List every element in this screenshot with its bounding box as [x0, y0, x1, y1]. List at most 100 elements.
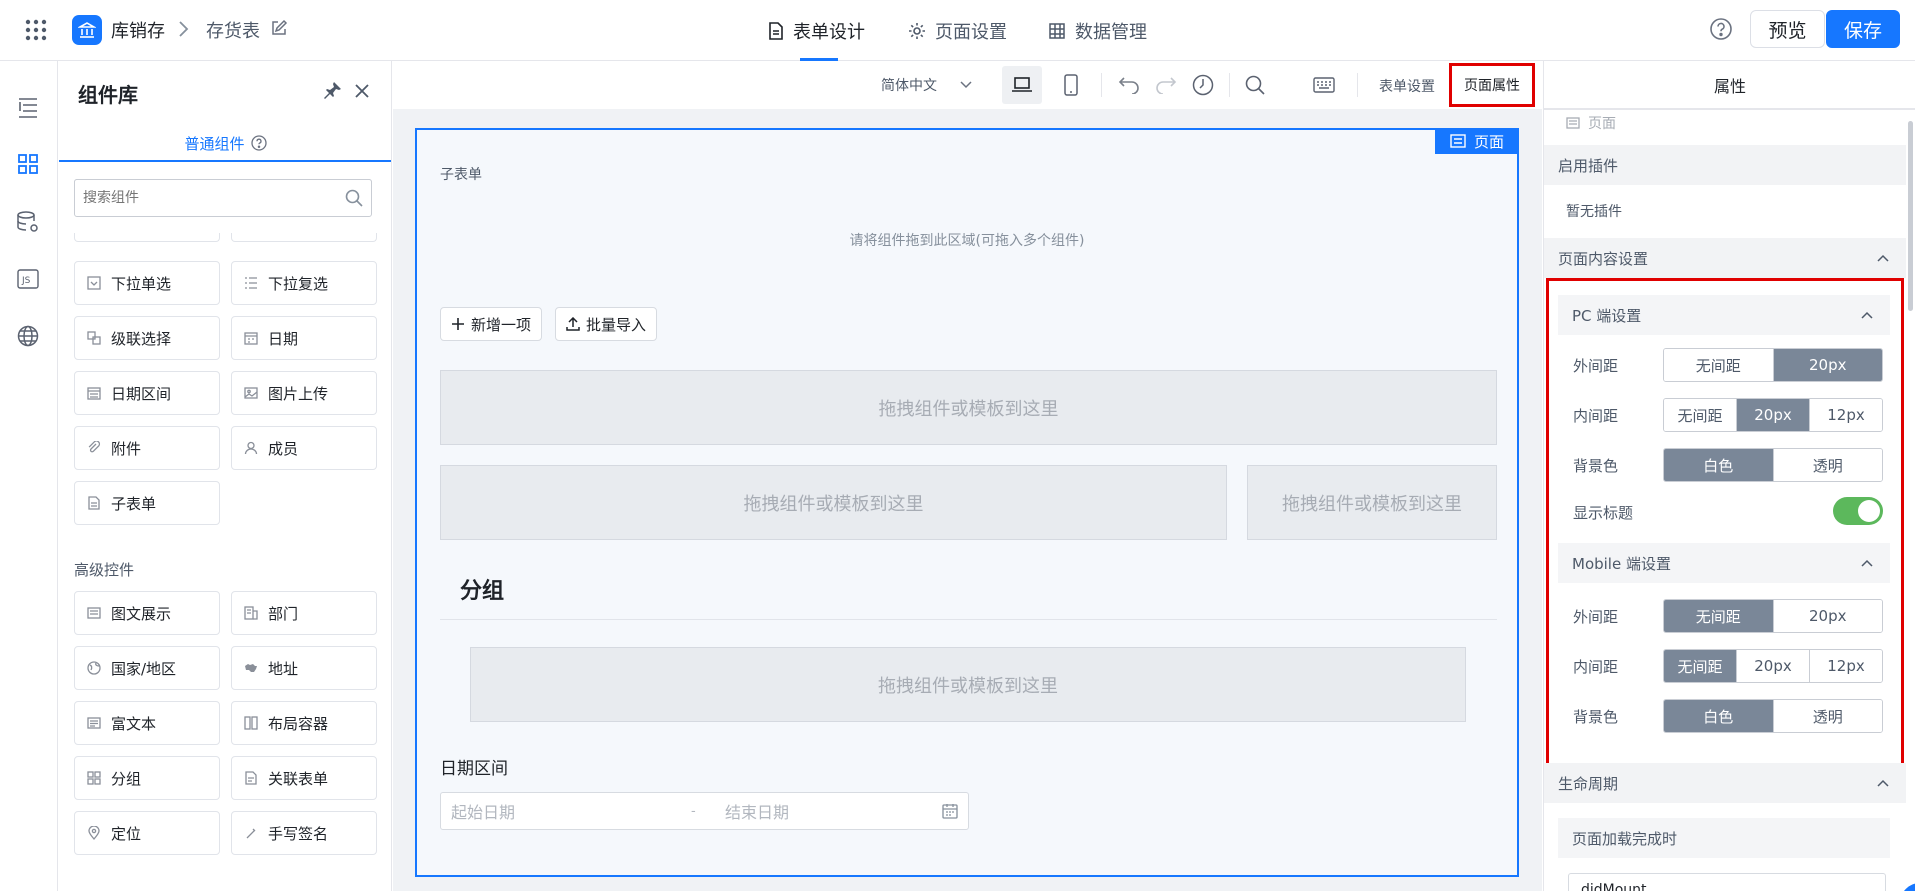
lib-item-image-text[interactable]: 图文展示 — [74, 591, 220, 635]
option-transparent[interactable]: 透明 — [1773, 700, 1882, 732]
redo-icon[interactable] — [1155, 76, 1177, 94]
section-title: 页面加载完成时 — [1572, 829, 1678, 848]
pin-icon[interactable] — [322, 81, 342, 101]
drop-zone[interactable]: 拖拽组件或模板到这里 — [440, 465, 1227, 540]
option-20px[interactable]: 20px — [1773, 600, 1882, 632]
lib-item-signature[interactable]: 手写签名 — [231, 811, 377, 855]
option-none[interactable]: 无间距 — [1664, 600, 1774, 632]
lifecycle-section-header[interactable]: 生命周期 — [1544, 763, 1906, 803]
search-input[interactable] — [83, 190, 345, 206]
tab-form-design[interactable]: 表单设计 — [768, 0, 870, 61]
option-white[interactable]: 白色 — [1664, 700, 1774, 732]
option-white[interactable]: 白色 — [1664, 449, 1774, 481]
lib-item-location[interactable]: 定位 — [74, 811, 220, 855]
lib-item-dropdown-single[interactable]: 下拉单选 — [74, 261, 220, 305]
search-box-overlay[interactable] — [74, 179, 372, 217]
end-date-placeholder[interactable]: 结束日期 — [725, 799, 942, 823]
keyboard-icon[interactable] — [1313, 77, 1335, 93]
lib-item-member[interactable]: 成员 — [231, 426, 377, 470]
lib-item-cascade[interactable]: 级联选择 — [74, 316, 220, 360]
option-12px[interactable]: 12px — [1810, 650, 1882, 682]
js-code-icon[interactable]: JS — [17, 269, 39, 289]
components-icon[interactable] — [17, 153, 39, 175]
page-frame[interactable]: 页面 子表单 请将组件拖到此区域(可拖入多个组件) 新增一项 批量导入 拖拽组件… — [415, 128, 1519, 877]
bulk-import-button[interactable]: 批量导入 — [555, 307, 658, 341]
drop-zone[interactable]: 拖拽组件或模板到这里 — [1247, 465, 1497, 540]
lib-item-richtext[interactable]: 富文本 — [74, 701, 220, 745]
start-date-placeholder[interactable]: 起始日期 — [451, 799, 691, 823]
option-none[interactable]: 无间距 — [1664, 650, 1737, 682]
lib-item-date-range[interactable]: 日期区间 — [74, 371, 220, 415]
tab-common-components[interactable]: 普通组件 — [59, 127, 391, 159]
calendar-icon — [942, 804, 958, 819]
undo-icon[interactable] — [1118, 76, 1140, 94]
history-icon[interactable] — [1192, 74, 1214, 96]
properties-panel: 属性 页面 启用插件 暂无插件 页面内容设置 PC 端设置 外间距 无间距 20… — [1543, 61, 1915, 891]
app-logo-icon — [72, 15, 102, 45]
chevron-up-icon[interactable] — [1876, 779, 1890, 788]
option-20px[interactable]: 20px — [1737, 650, 1810, 682]
database-settings-icon[interactable] — [16, 210, 40, 234]
show-title-toggle[interactable] — [1833, 497, 1883, 525]
option-none[interactable]: 无间距 — [1664, 399, 1737, 431]
content-section-header[interactable]: 页面内容设置 — [1544, 238, 1906, 278]
help-circle-icon[interactable] — [250, 135, 267, 151]
tab-page-settings[interactable]: 页面设置 — [908, 0, 1010, 61]
lib-item-subform[interactable]: 子表单 — [74, 481, 220, 525]
chevron-up-icon[interactable] — [1860, 311, 1874, 320]
tab-properties[interactable]: 属性 — [1544, 61, 1915, 109]
option-12px[interactable]: 12px — [1810, 399, 1882, 431]
form-settings-button[interactable]: 表单设置 — [1379, 76, 1435, 96]
globe-icon[interactable] — [17, 325, 39, 347]
node-path[interactable]: 页面 — [1566, 113, 1616, 133]
outline-tree-icon[interactable] — [17, 96, 39, 118]
option-transparent[interactable]: 透明 — [1773, 449, 1882, 481]
language-select[interactable]: 简体中文 — [881, 75, 973, 95]
plugins-section-header: 启用插件 — [1544, 145, 1906, 185]
apps-grid-icon[interactable] — [24, 18, 48, 42]
lib-item-address[interactable]: 地址 — [231, 646, 377, 690]
handler-input[interactable]: didMount — [1568, 873, 1886, 891]
lib-item-linked-form[interactable]: 关联表单 — [231, 756, 377, 800]
page-icon — [1566, 117, 1580, 129]
lib-item-country-region[interactable]: 国家/地区 — [74, 646, 220, 690]
save-button[interactable]: 保存 — [1826, 10, 1900, 48]
option-20px[interactable]: 20px — [1737, 399, 1810, 431]
tab-data-management[interactable]: 数据管理 — [1048, 0, 1150, 61]
lib-item-date[interactable]: 日期 — [231, 316, 377, 360]
mobile-section-header[interactable]: Mobile 端设置 — [1558, 543, 1890, 583]
language-value: 简体中文 — [881, 78, 937, 94]
lib-item-department[interactable]: 部门 — [231, 591, 377, 635]
desktop-view-button[interactable] — [1002, 66, 1042, 104]
chevron-up-icon[interactable] — [1860, 559, 1874, 568]
onload-section-header[interactable]: 页面加载完成时 — [1558, 818, 1890, 858]
close-icon[interactable] — [354, 83, 370, 99]
help-icon[interactable] — [1709, 17, 1733, 41]
date-range-picker[interactable]: 起始日期 - 结束日期 — [440, 792, 969, 830]
pc-section-header[interactable]: PC 端设置 — [1558, 295, 1890, 335]
drop-zone[interactable]: 拖拽组件或模板到这里 — [440, 370, 1497, 445]
pc-padding-options: 无间距 20px 12px — [1663, 398, 1883, 432]
lib-item-layout-container[interactable]: 布局容器 — [231, 701, 377, 745]
lib-item-group[interactable]: 分组 — [74, 756, 220, 800]
add-item-button[interactable]: 新增一项 — [440, 307, 543, 341]
page-properties-button[interactable]: 页面属性 — [1449, 63, 1535, 107]
option-none[interactable]: 无间距 — [1664, 349, 1774, 381]
lib-item-attachment[interactable]: 附件 — [74, 426, 220, 470]
lib-item-image-upload[interactable]: 图片上传 — [231, 371, 377, 415]
drop-zone[interactable]: 拖拽组件或模板到这里 — [470, 647, 1466, 722]
pc-margin-label: 外间距 — [1573, 357, 1619, 375]
lib-item-label: 下拉单选 — [111, 274, 172, 293]
floating-assistant-button[interactable] — [1900, 883, 1915, 891]
preview-button[interactable]: 预览 — [1750, 10, 1825, 48]
scrollbar-thumb[interactable] — [1908, 121, 1913, 311]
edit-icon[interactable] — [270, 19, 288, 37]
page-badge[interactable]: 页面 — [1435, 128, 1519, 154]
mobile-view-button[interactable] — [1063, 74, 1079, 96]
option-20px[interactable]: 20px — [1773, 349, 1882, 381]
app-name[interactable]: 库销存 — [111, 17, 165, 43]
lib-item-label: 级联选择 — [111, 329, 172, 348]
lib-item-dropdown-multi[interactable]: 下拉复选 — [231, 261, 377, 305]
search-icon[interactable] — [1245, 75, 1265, 95]
chevron-up-icon[interactable] — [1876, 254, 1890, 263]
